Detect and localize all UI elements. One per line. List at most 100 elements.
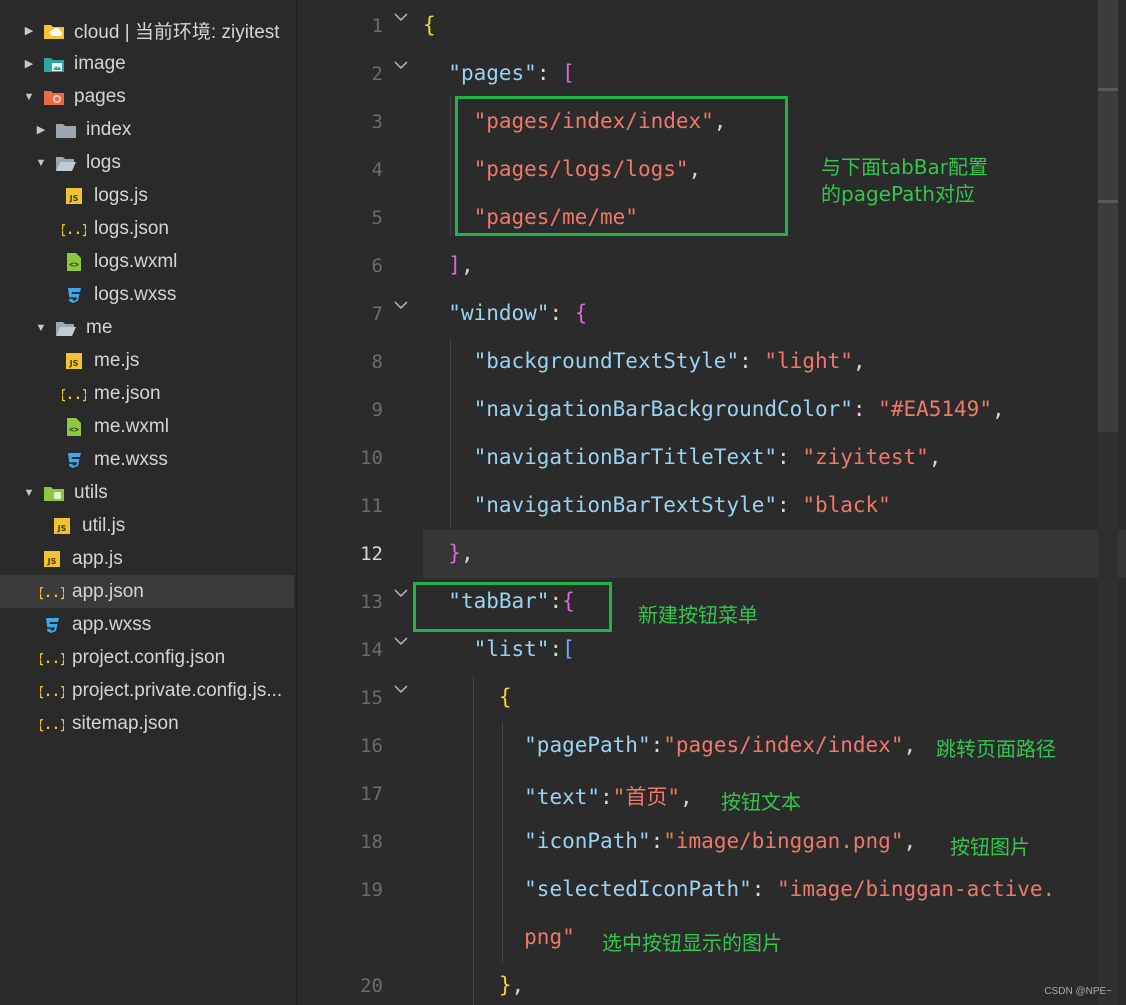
code-token: } bbox=[448, 541, 461, 565]
json-file-icon: {..} bbox=[40, 680, 64, 702]
explorer-item[interactable]: <> me.wxml bbox=[0, 410, 294, 443]
code-token: : bbox=[777, 493, 803, 517]
code-token: , bbox=[991, 397, 1005, 421]
svg-text:{..}: {..} bbox=[40, 652, 64, 667]
code-token: , bbox=[903, 829, 917, 853]
code-token: : bbox=[549, 301, 575, 325]
explorer-item[interactable]: {..} app.json bbox=[0, 575, 294, 608]
explorer-item[interactable]: logs.wxss bbox=[0, 278, 294, 311]
explorer-item[interactable]: ▼ pages bbox=[0, 80, 294, 113]
code-token: " bbox=[612, 785, 626, 809]
explorer-item-label: app.wxss bbox=[72, 613, 152, 635]
explorer-item[interactable]: ▼ me bbox=[0, 311, 294, 344]
code-line: "text":"首页", bbox=[423, 781, 692, 811]
code-token: : bbox=[777, 445, 803, 469]
chevron-right-icon[interactable]: ▶ bbox=[34, 123, 48, 136]
explorer-item-label: me.js bbox=[94, 349, 140, 371]
utils-folder-icon bbox=[42, 482, 66, 504]
explorer-item-label: project.private.config.js... bbox=[72, 679, 283, 701]
pages-annotation-box bbox=[455, 96, 788, 236]
json-file-icon: {..} bbox=[62, 383, 86, 405]
chevron-right-icon[interactable]: ▶ bbox=[22, 57, 36, 70]
explorer-item[interactable]: {..} me.json bbox=[0, 377, 294, 410]
chevron-down-icon[interactable]: ▼ bbox=[34, 157, 48, 169]
code-token: : bbox=[650, 829, 664, 853]
json-file-icon: {..} bbox=[40, 713, 64, 735]
code-line: "navigationBarTextStyle": "black" bbox=[423, 493, 891, 517]
explorer-item[interactable]: JS util.js bbox=[0, 509, 294, 542]
explorer-item[interactable]: <> logs.wxml bbox=[0, 245, 294, 278]
line-number: 8 bbox=[371, 351, 383, 373]
code-token: , bbox=[852, 349, 866, 373]
explorer-item[interactable]: JS me.js bbox=[0, 344, 294, 377]
explorer-item-label: utils bbox=[74, 481, 108, 503]
explorer-item[interactable]: ▼ utils bbox=[0, 476, 294, 509]
line-number: 4 bbox=[371, 159, 383, 181]
text-note: 按钮文本 bbox=[721, 790, 801, 814]
explorer-item[interactable]: ▶ cloud | 当前环境: ziyitest bbox=[0, 14, 294, 47]
explorer-item[interactable]: JS logs.js bbox=[0, 179, 294, 212]
pages-folder-icon bbox=[42, 86, 66, 108]
explorer-item[interactable]: {..} project.config.json bbox=[0, 641, 294, 674]
chevron-down-icon[interactable] bbox=[393, 680, 409, 694]
chevron-down-icon[interactable] bbox=[393, 296, 409, 310]
explorer-item[interactable]: me.wxss bbox=[0, 443, 294, 476]
chevron-down-icon[interactable] bbox=[393, 584, 409, 598]
line-number: 18 bbox=[360, 831, 383, 853]
chevron-down-icon[interactable]: ▼ bbox=[34, 322, 48, 334]
chevron-down-icon[interactable] bbox=[393, 56, 409, 70]
scrollbar-marker bbox=[1098, 200, 1118, 203]
line-number: 6 bbox=[371, 255, 383, 277]
explorer-item-label: app.json bbox=[72, 580, 144, 602]
code-line: }, bbox=[423, 973, 524, 997]
explorer-item[interactable]: ▶ image bbox=[0, 47, 294, 80]
wxss-file-icon bbox=[62, 284, 86, 306]
chevron-down-icon[interactable] bbox=[393, 632, 409, 646]
svg-text:{..}: {..} bbox=[40, 586, 64, 601]
code-token: "navigationBarTitleText" bbox=[473, 445, 778, 469]
explorer-item[interactable]: {..} project.private.config.js... bbox=[0, 674, 294, 707]
js-file-icon: JS bbox=[50, 515, 74, 537]
code-editor[interactable]: 1 2 3 4 5 6 7 8 9 10 11 12 13 14 15 16 17 18 19 20 { "pages… bbox=[297, 0, 1126, 1005]
json-file-icon: {..} bbox=[40, 647, 64, 669]
explorer-item[interactable]: ▼ logs bbox=[0, 146, 294, 179]
chevron-down-icon[interactable]: ▼ bbox=[22, 487, 36, 499]
code-token: { bbox=[574, 301, 588, 325]
line-number: 19 bbox=[360, 879, 383, 901]
line-number: 9 bbox=[371, 399, 383, 421]
scrollbar-thumb[interactable] bbox=[1098, 0, 1118, 432]
code-line: "backgroundTextStyle": "light", bbox=[423, 349, 866, 373]
svg-text:{..}: {..} bbox=[40, 685, 64, 700]
chevron-down-icon[interactable]: ▼ bbox=[22, 91, 36, 103]
wxml-file-icon: <> bbox=[62, 251, 86, 273]
explorer-item[interactable]: {..} logs.json bbox=[0, 212, 294, 245]
code-token: , bbox=[928, 445, 942, 469]
chevron-down-icon[interactable] bbox=[393, 8, 409, 22]
code-token: , bbox=[511, 973, 525, 997]
explorer-item-label: cloud | 当前环境: ziyitest bbox=[74, 22, 280, 43]
explorer-item[interactable]: {..} sitemap.json bbox=[0, 707, 294, 740]
code-token: "black" bbox=[802, 493, 891, 517]
code-token: : bbox=[739, 349, 765, 373]
tabbar-note: 新建按钮菜单 bbox=[638, 603, 758, 627]
chevron-right-icon[interactable]: ▶ bbox=[22, 24, 36, 37]
svg-text:{..}: {..} bbox=[40, 718, 64, 733]
code-token: : bbox=[650, 733, 664, 757]
explorer-item[interactable]: JS app.js bbox=[0, 542, 294, 575]
code-token: "pages" bbox=[448, 61, 537, 85]
line-number: 16 bbox=[360, 735, 383, 757]
explorer-item-label: me.wxss bbox=[94, 448, 168, 470]
scrollbar-marker bbox=[1098, 88, 1118, 91]
explorer-item[interactable]: ▶ index bbox=[0, 113, 294, 146]
explorer-item-label: me.json bbox=[94, 382, 161, 404]
code-token: : bbox=[852, 397, 879, 421]
code-token: png" bbox=[524, 925, 575, 949]
cloud-folder-icon bbox=[42, 20, 66, 42]
explorer-item[interactable]: app.wxss bbox=[0, 608, 294, 641]
